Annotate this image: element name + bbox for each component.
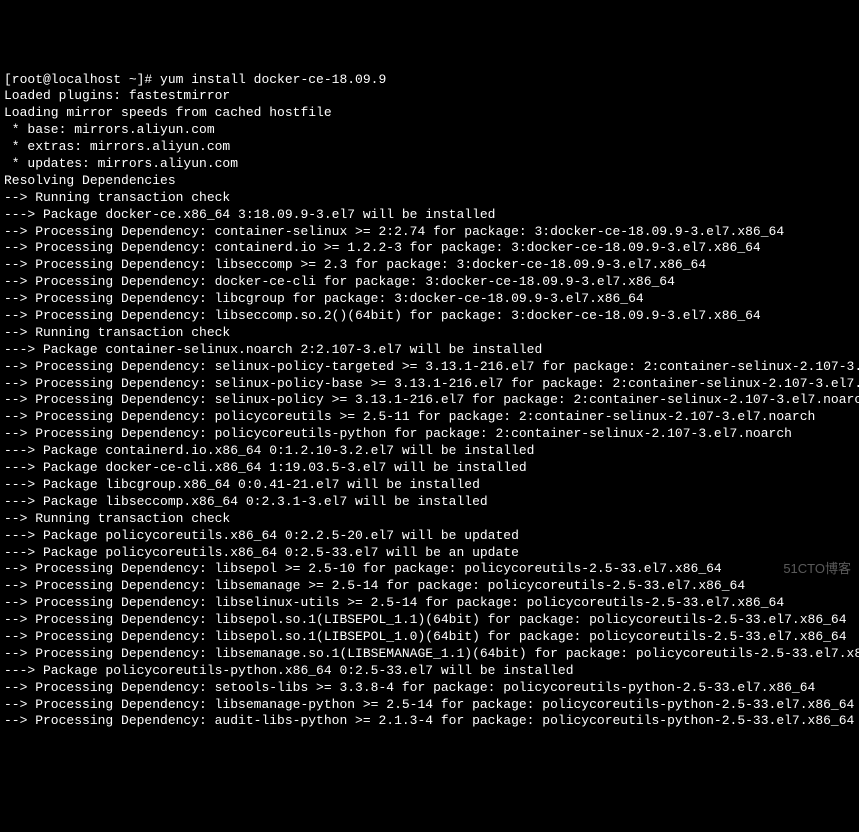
terminal-line: * extras: mirrors.aliyun.com	[4, 139, 855, 156]
terminal-line: [root@localhost ~]# yum install docker-c…	[4, 72, 855, 89]
watermark-text: 51CTO博客	[783, 561, 851, 578]
terminal-line: --> Processing Dependency: policycoreuti…	[4, 426, 855, 443]
terminal-line: --> Processing Dependency: libselinux-ut…	[4, 595, 855, 612]
terminal-line: ---> Package policycoreutils.x86_64 0:2.…	[4, 545, 855, 562]
terminal-line: --> Processing Dependency: libcgroup for…	[4, 291, 855, 308]
terminal-line: --> Running transaction check	[4, 325, 855, 342]
terminal-line: ---> Package container-selinux.noarch 2:…	[4, 342, 855, 359]
terminal-line: --> Processing Dependency: libsepol.so.1…	[4, 629, 855, 646]
terminal-line: ---> Package libseccomp.x86_64 0:2.3.1-3…	[4, 494, 855, 511]
terminal-line: --> Processing Dependency: policycoreuti…	[4, 409, 855, 426]
terminal-line: ---> Package policycoreutils.x86_64 0:2.…	[4, 528, 855, 545]
terminal-line: * updates: mirrors.aliyun.com	[4, 156, 855, 173]
terminal-line: --> Processing Dependency: selinux-polic…	[4, 376, 855, 393]
terminal-line: --> Processing Dependency: audit-libs-py…	[4, 713, 855, 730]
terminal-line: ---> Package policycoreutils-python.x86_…	[4, 663, 855, 680]
terminal-line: --> Processing Dependency: libsepol.so.1…	[4, 612, 855, 629]
terminal-line: --> Processing Dependency: libsepol >= 2…	[4, 561, 855, 578]
terminal-line: ---> Package docker-ce.x86_64 3:18.09.9-…	[4, 207, 855, 224]
terminal-line: --> Running transaction check	[4, 190, 855, 207]
terminal-line: Loaded plugins: fastestmirror	[4, 88, 855, 105]
terminal-line: Loading mirror speeds from cached hostfi…	[4, 105, 855, 122]
terminal-line: Resolving Dependencies	[4, 173, 855, 190]
terminal-line: --> Processing Dependency: setools-libs …	[4, 680, 855, 697]
terminal-line: ---> Package docker-ce-cli.x86_64 1:19.0…	[4, 460, 855, 477]
terminal-line: * base: mirrors.aliyun.com	[4, 122, 855, 139]
terminal-line: --> Processing Dependency: libsemanage >…	[4, 578, 855, 595]
terminal-line: --> Processing Dependency: docker-ce-cli…	[4, 274, 855, 291]
terminal-line: --> Processing Dependency: selinux-polic…	[4, 359, 855, 376]
terminal-line: --> Processing Dependency: libseccomp.so…	[4, 308, 855, 325]
terminal-line: ---> Package libcgroup.x86_64 0:0.41-21.…	[4, 477, 855, 494]
terminal-output[interactable]: [root@localhost ~]# yum install docker-c…	[4, 72, 855, 731]
terminal-line: --> Running transaction check	[4, 511, 855, 528]
terminal-line: --> Processing Dependency: container-sel…	[4, 224, 855, 241]
terminal-line: --> Processing Dependency: containerd.io…	[4, 240, 855, 257]
terminal-line: ---> Package containerd.io.x86_64 0:1.2.…	[4, 443, 855, 460]
terminal-line: --> Processing Dependency: selinux-polic…	[4, 392, 855, 409]
terminal-line: --> Processing Dependency: libsemanage.s…	[4, 646, 855, 663]
terminal-line: --> Processing Dependency: libseccomp >=…	[4, 257, 855, 274]
terminal-line: --> Processing Dependency: libsemanage-p…	[4, 697, 855, 714]
